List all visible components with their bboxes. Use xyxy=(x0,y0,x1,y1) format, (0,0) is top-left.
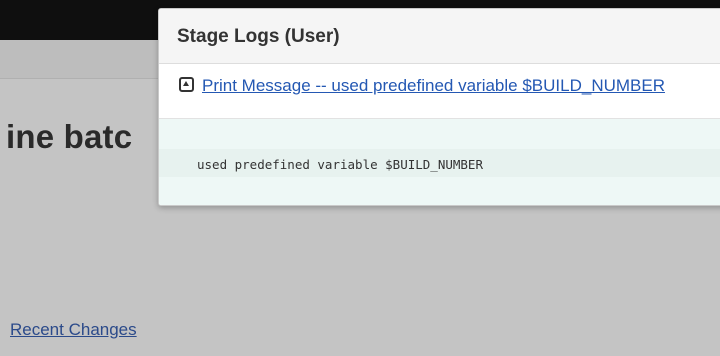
log-step-link[interactable]: Print Message -- used predefined variabl… xyxy=(202,76,665,96)
recent-changes-link[interactable]: Recent Changes xyxy=(10,320,137,340)
log-output-panel: used predefined variable $BUILD_NUMBER xyxy=(159,119,720,205)
page-title: ine batc xyxy=(6,118,133,155)
dialog-title: Stage Logs (User) xyxy=(177,26,340,47)
log-step-row: Print Message -- used predefined variabl… xyxy=(159,64,720,119)
log-line: used predefined variable $BUILD_NUMBER xyxy=(197,157,483,172)
collapse-icon[interactable] xyxy=(179,77,194,92)
page: ine batc Recent Changes Stage Logs (User… xyxy=(0,0,720,356)
dialog-header: Stage Logs (User) xyxy=(159,9,720,64)
stage-logs-dialog: Stage Logs (User) Print Message -- used … xyxy=(158,8,720,206)
